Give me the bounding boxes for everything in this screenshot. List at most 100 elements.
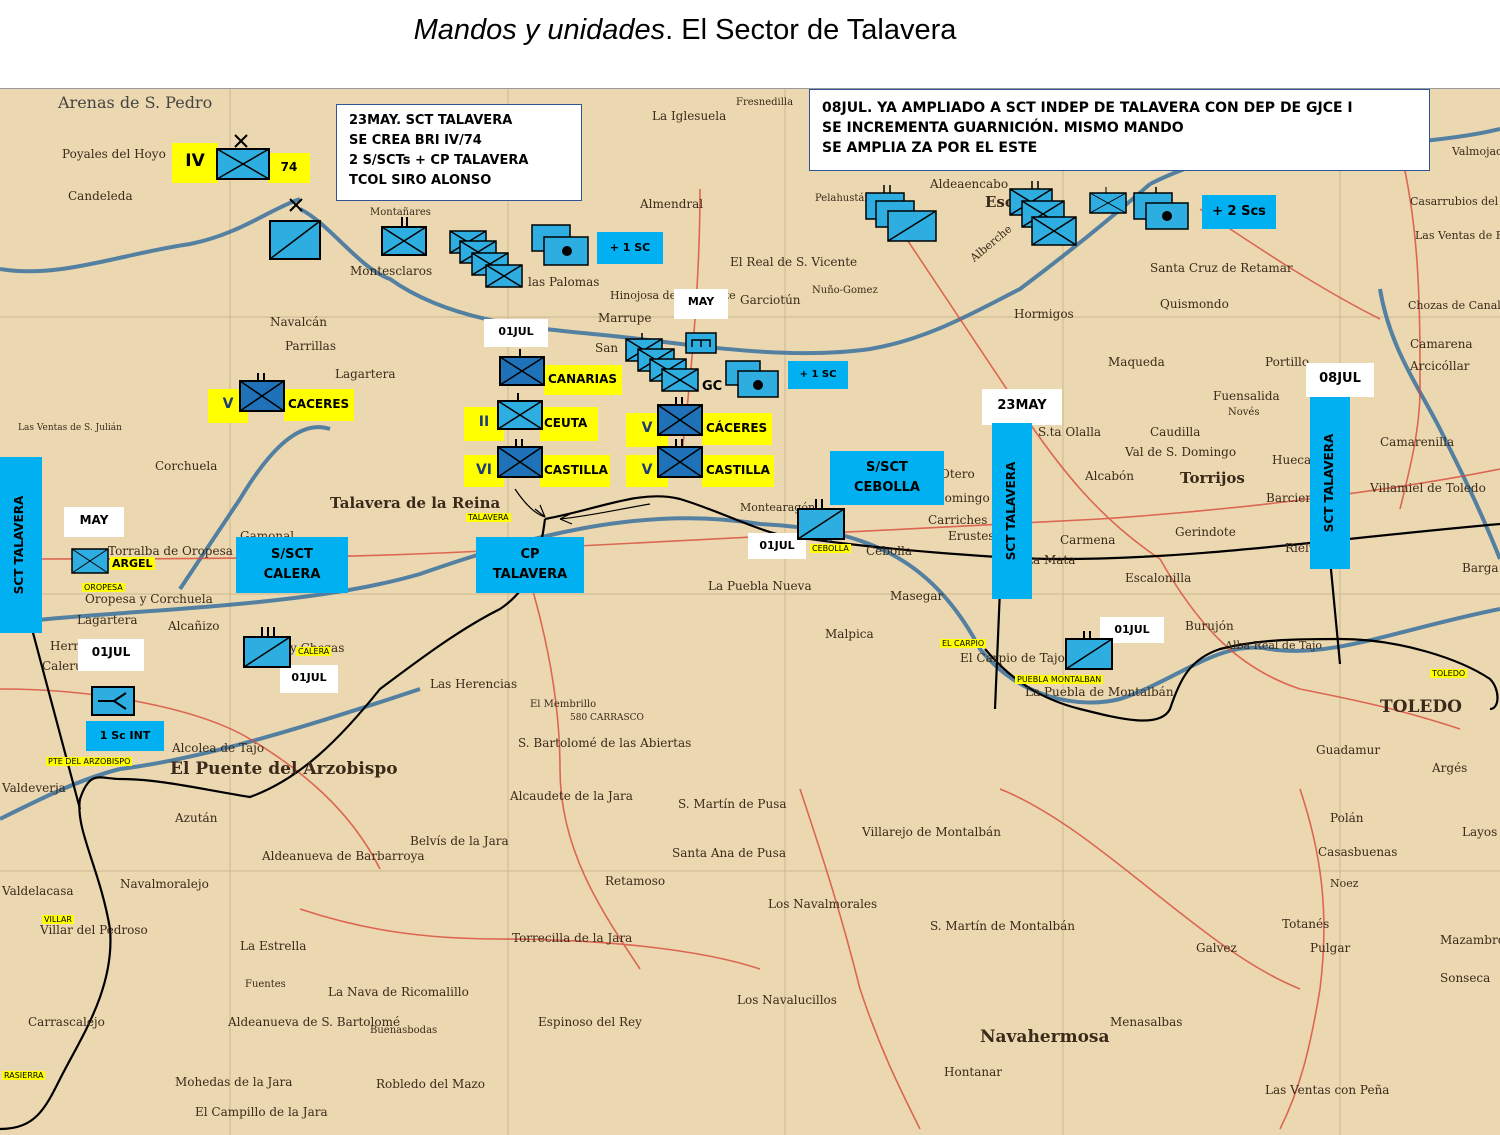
place-valmojado: Valmojado xyxy=(1452,145,1500,158)
place-cebolla: Cebolla xyxy=(866,544,913,558)
place-candeleda: Candeleda xyxy=(68,189,133,203)
place-marrupe: Marrupe xyxy=(598,311,652,325)
unit-brigade[interactable] xyxy=(215,133,271,181)
unit-infantry[interactable] xyxy=(380,215,428,257)
sct-bar-left-label: SCT TALAVERA xyxy=(12,495,26,595)
place-alcaudete: Alcaudete de la Jara xyxy=(510,789,633,803)
unit-calera[interactable] xyxy=(242,625,292,671)
unit-escalona-stack[interactable] xyxy=(864,183,938,245)
place-camarena: Camarena xyxy=(1410,337,1473,351)
tag-argel: ARGEL xyxy=(110,557,155,570)
date-label: 23MAY xyxy=(982,389,1062,425)
place-real: El Real de S. Vicente xyxy=(730,255,858,269)
place-hormigos: Hormigos xyxy=(1014,307,1074,321)
place-fresnedilla: Fresnedilla xyxy=(736,97,794,108)
place-villar-pedroso: Villar del Pedroso xyxy=(40,923,148,937)
place-puebla-nueva: La Puebla Nueva xyxy=(708,579,812,593)
place-aldeverja: Valdeverja xyxy=(2,781,66,795)
place-casarrubios: Casarrubios del Monte xyxy=(1410,195,1500,208)
page-title: Mandos y unidades. El Sector de Talavera xyxy=(0,14,1370,47)
label-caceres-r: CÁCERES xyxy=(702,413,772,445)
place-herencias: Las Herencias xyxy=(430,677,518,691)
note-23may-line: 2 S/SCTs + CP TALAVERA xyxy=(349,153,529,168)
place-burujon: Burujón xyxy=(1185,619,1234,633)
tag-talavera: TALAVERA xyxy=(466,513,511,522)
place-buenasbodas: Buenasbodas xyxy=(370,1025,438,1036)
ssct-calera-line: CALERA xyxy=(263,567,321,582)
unit-caceres[interactable] xyxy=(238,371,286,413)
place-poyales: Poyales del Hoyo xyxy=(62,147,166,161)
place-aldeanueva: Aldeanueva de Barbarroya xyxy=(262,849,425,863)
note-08jul-line: SE INCREMENTA GUARNICIÓN. MISMO MANDO xyxy=(822,120,1184,136)
unit-ceuta[interactable] xyxy=(496,391,544,431)
place-quismondo: Quismondo xyxy=(1160,297,1229,311)
tag-cebolla: CEBOLLA xyxy=(810,544,851,553)
tag-oropesa: OROPESA xyxy=(82,583,125,592)
ssct-cebolla-line: S/SCT xyxy=(866,460,908,475)
place-gerindote: Gerindote xyxy=(1175,525,1236,539)
place-carrasco: 580 CARRASCO xyxy=(570,713,644,723)
place-villarejo: Villarejo de Montalbán xyxy=(862,825,1001,839)
map[interactable]: Arenas de S. Pedro Poyales del Hoyo Cand… xyxy=(0,88,1500,1135)
unit-castilla[interactable] xyxy=(496,437,544,479)
tag-pte-arzobispo: PTE DEL ARZOBISPO xyxy=(46,757,133,766)
place-carpio: El Carpio de Tajo xyxy=(960,651,1065,665)
place-alba: Alba Real de Tajo xyxy=(1225,639,1323,652)
place-escalonilla: Escalonilla xyxy=(1125,571,1192,585)
ssct-cebolla: S/SCT CEBOLLA xyxy=(830,451,944,505)
place-polan: Polán xyxy=(1330,811,1364,825)
tag-el-carpio: EL CARPIO xyxy=(940,639,987,648)
date-label: 01JUL xyxy=(484,319,548,347)
place-fuensalida: Fuensalida xyxy=(1213,389,1280,403)
unit-infantry-stack[interactable] xyxy=(448,227,528,293)
unit-gc-east[interactable] xyxy=(1132,185,1192,231)
place-barga: Barga xyxy=(1462,561,1499,575)
place-totanes: Totanés xyxy=(1282,917,1330,931)
unit-gc[interactable] xyxy=(530,223,592,267)
place-ventas-pena: Las Ventas con Peña xyxy=(1265,1083,1390,1097)
place-galvez: Galvez xyxy=(1196,941,1237,955)
unit-canarias[interactable] xyxy=(498,347,546,387)
sc-plus-top: + 1 SC xyxy=(597,232,663,264)
unit-argel[interactable] xyxy=(70,543,110,575)
unit-infantry-east[interactable] xyxy=(1088,185,1128,215)
bri-suffix: 74 xyxy=(268,153,310,183)
place-espinoso: Espinoso del Rey xyxy=(538,1015,642,1029)
note-08jul-line: 08JUL. YA AMPLIADO A SCT INDEP DE TALAVE… xyxy=(822,100,1353,116)
cp-talavera: CP TALAVERA xyxy=(476,537,584,593)
unit-hq-small[interactable] xyxy=(684,331,718,355)
place-puente: El Puente del Arzobispo xyxy=(170,759,398,779)
place-iglesuela: La Iglesuela xyxy=(652,109,727,123)
cp-talavera-line: CP xyxy=(520,547,540,562)
unit-sc-int[interactable] xyxy=(90,685,136,717)
place-arcicollar: Arcicóllar xyxy=(1410,359,1470,373)
place-bartolome: S. Bartolomé de las Abiertas xyxy=(518,736,692,750)
unit-brigade-2[interactable] xyxy=(268,197,324,263)
unit-castilla-r[interactable] xyxy=(656,437,704,479)
unit-puebla[interactable] xyxy=(1064,629,1114,671)
place-ventas-retamosa: Las Ventas de Retamosa xyxy=(1415,229,1500,242)
cp-talavera-line: TALAVERA xyxy=(492,567,568,582)
place-menasalbas: Menasalbas xyxy=(1110,1015,1183,1029)
place-lagartera2: Lagartera xyxy=(77,613,138,627)
place-almendral: Almendral xyxy=(640,197,704,211)
place-palomas: las Palomas xyxy=(528,275,600,289)
place-estrella: La Estrella xyxy=(240,939,307,953)
place-maqueda: Maqueda xyxy=(1108,355,1165,369)
unit-caceres-r[interactable] xyxy=(656,395,704,437)
place-arges: Argés xyxy=(1432,761,1468,775)
note-23may-line: 23MAY. SCT TALAVERA xyxy=(349,113,513,128)
sc-int: 1 Sc INT xyxy=(86,721,164,751)
place-retamoso: Retamoso xyxy=(605,874,666,888)
place-navalucillos: Los Navalucillos xyxy=(737,993,837,1007)
unit-escalona-infantry[interactable] xyxy=(1008,179,1080,249)
place-arenas: Arenas de S. Pedro xyxy=(58,93,213,112)
unit-gc-mid[interactable] xyxy=(724,359,780,399)
place-noves: Novés xyxy=(1228,407,1260,418)
date-label: MAY xyxy=(674,289,728,319)
place-mazambroz: Mazambroz xyxy=(1440,933,1500,947)
note-08jul: 08JUL. YA AMPLIADO A SCT INDEP DE TALAVE… xyxy=(809,89,1430,171)
unit-cebolla[interactable] xyxy=(796,497,846,543)
place-masegar: Masegar xyxy=(890,589,944,603)
place-valdelacasa: Valdelacasa xyxy=(2,884,74,898)
